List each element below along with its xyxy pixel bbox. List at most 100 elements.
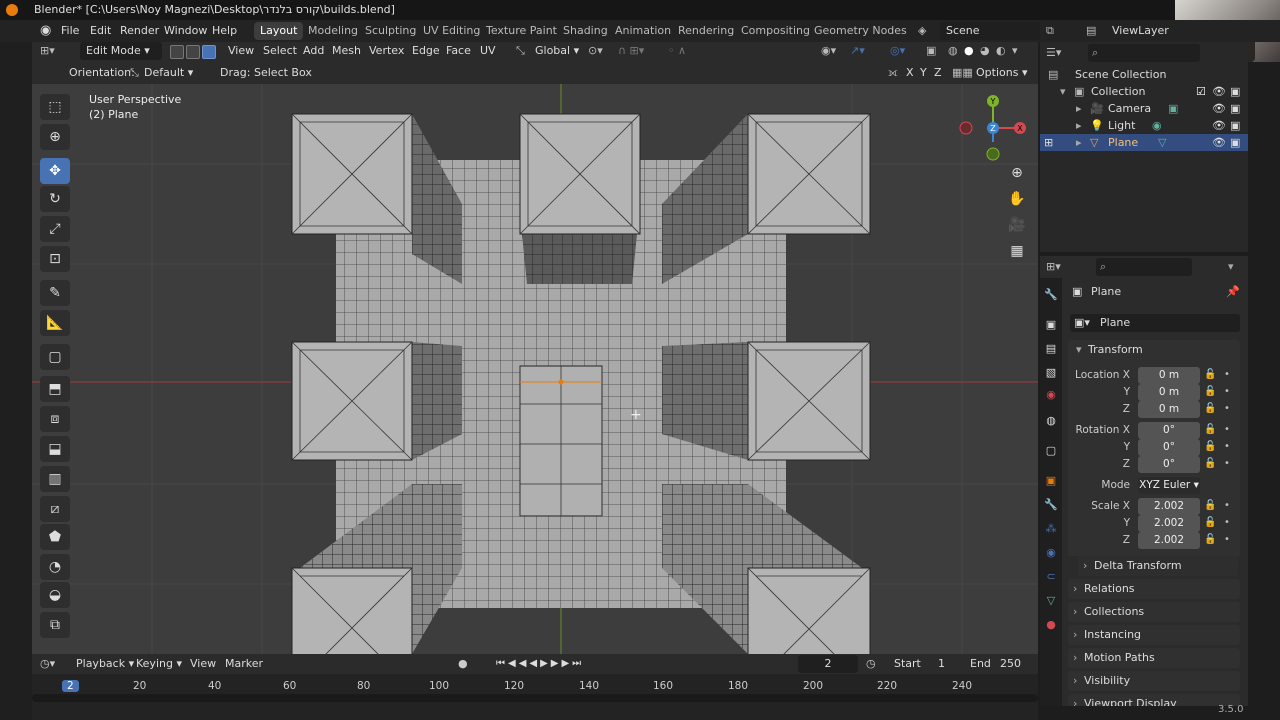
- location-y-field[interactable]: 0 m: [1138, 384, 1200, 401]
- auto-merge-icon[interactable]: ▦▦: [952, 64, 973, 82]
- menu-view[interactable]: View: [228, 42, 254, 60]
- properties-search-input[interactable]: ⌕: [1096, 258, 1192, 276]
- location-z-field[interactable]: 0 m: [1138, 401, 1200, 418]
- pan-hand-icon[interactable]: ✋: [1005, 188, 1029, 210]
- keyframe-dot-icon[interactable]: •: [1224, 517, 1230, 528]
- scene-selector[interactable]: Scene: [940, 22, 1040, 40]
- bevel-tool-icon[interactable]: ⬓: [40, 436, 70, 462]
- properties-editor-type-icon[interactable]: ⊞▾: [1046, 258, 1061, 276]
- tab-geometry-nodes[interactable]: Geometry Nodes: [808, 22, 913, 40]
- smooth-tool-icon[interactable]: ◒: [40, 582, 70, 608]
- orientation-select[interactable]: Default ▾: [144, 64, 210, 82]
- rotation-y-field[interactable]: 0°: [1138, 439, 1200, 456]
- solid-shading-icon[interactable]: ●: [964, 42, 974, 60]
- blender-menu-icon[interactable]: ◉: [40, 20, 51, 42]
- menu-mesh[interactable]: Mesh: [332, 42, 361, 60]
- collections-section[interactable]: › Collections: [1068, 602, 1240, 622]
- current-frame-field[interactable]: 2: [798, 655, 858, 673]
- camera-view-icon[interactable]: 🎥: [1005, 214, 1029, 236]
- tab-rendering[interactable]: Rendering: [672, 22, 740, 40]
- tab-shading[interactable]: Shading: [557, 22, 614, 40]
- tab-texture-paint[interactable]: Texture Paint: [480, 22, 563, 40]
- keyframe-dot-icon[interactable]: •: [1224, 441, 1230, 452]
- pin-icon[interactable]: 📌: [1226, 285, 1240, 298]
- start-frame-field[interactable]: 1: [938, 655, 945, 673]
- perspective-toggle-icon[interactable]: ▦: [1005, 240, 1029, 262]
- keyframe-dot-icon[interactable]: •: [1224, 424, 1230, 435]
- menu-playback[interactable]: Playback ▾: [76, 655, 134, 673]
- rotation-z-field[interactable]: 0°: [1138, 456, 1200, 473]
- keyframe-dot-icon[interactable]: •: [1224, 386, 1230, 397]
- lock-icon[interactable]: 🔓: [1204, 500, 1216, 511]
- eye-icon[interactable]: 👁: [1212, 117, 1226, 134]
- overlay-toggle-icon[interactable]: ◎▾: [890, 42, 905, 60]
- new-scene-icon[interactable]: ⧉: [1046, 20, 1054, 42]
- data-tab-icon[interactable]: ▽: [1044, 594, 1058, 608]
- 3d-viewport[interactable]: +: [32, 84, 1038, 654]
- end-frame-field[interactable]: 250: [1000, 655, 1021, 673]
- measure-tool-icon[interactable]: 📐: [40, 310, 70, 336]
- keyframe-dot-icon[interactable]: •: [1224, 458, 1230, 469]
- knife-tool-icon[interactable]: ⧄: [40, 496, 70, 522]
- eye-icon[interactable]: 👁: [1212, 100, 1226, 117]
- menu-face[interactable]: Face: [446, 42, 471, 60]
- view-layer-selector[interactable]: ViewLayer: [1112, 20, 1169, 42]
- outliner-item-camera[interactable]: ▸ 🎥 Camera ▣ 👁 ▣: [1040, 100, 1248, 117]
- scale-x-field[interactable]: 2.002: [1138, 498, 1200, 515]
- rendered-shading-icon[interactable]: ◐: [996, 42, 1006, 60]
- drag-select[interactable]: Select Box ▾: [254, 64, 320, 97]
- lock-icon[interactable]: 🔓: [1204, 386, 1216, 397]
- loop-cut-tool-icon[interactable]: ▥: [40, 466, 70, 492]
- menu-vertex[interactable]: Vertex: [369, 42, 404, 60]
- keyframe-dot-icon[interactable]: •: [1224, 500, 1230, 511]
- properties-options-icon[interactable]: ▾: [1228, 258, 1234, 276]
- add-cube-tool-icon[interactable]: ▢: [40, 344, 70, 370]
- proportional-edit-icon[interactable]: ◦ ∧: [668, 42, 686, 60]
- render-camera-icon[interactable]: ▣: [1230, 83, 1240, 100]
- tab-sculpting[interactable]: Sculpting: [359, 22, 422, 40]
- render-tab-icon[interactable]: ▣: [1044, 318, 1058, 332]
- transform-orientation-select[interactable]: Global ▾: [535, 42, 579, 60]
- annotate-tool-icon[interactable]: ✎: [40, 280, 70, 306]
- inset-tool-icon[interactable]: ⧈: [40, 406, 70, 432]
- instancing-section[interactable]: › Instancing: [1068, 625, 1240, 645]
- tool-tab-icon[interactable]: 🔧: [1044, 288, 1058, 302]
- edge-slide-tool-icon[interactable]: ⧉: [40, 612, 70, 638]
- visibility-section[interactable]: › Visibility: [1068, 671, 1240, 691]
- eye-icon[interactable]: 👁: [1212, 134, 1226, 151]
- scale-tool-icon[interactable]: ⤢: [40, 216, 70, 242]
- constraints-tab-icon[interactable]: ⊂: [1044, 570, 1058, 584]
- keyframe-dot-icon[interactable]: •: [1224, 534, 1230, 545]
- motion-paths-section[interactable]: › Motion Paths: [1068, 648, 1240, 668]
- world-tab-icon[interactable]: ◍: [1044, 414, 1058, 428]
- cursor-tool-icon[interactable]: ⊕: [40, 124, 70, 150]
- expand-arrow-icon[interactable]: ▾: [1060, 83, 1066, 100]
- spin-tool-icon[interactable]: ◔: [40, 554, 70, 580]
- render-camera-icon[interactable]: ▣: [1230, 134, 1240, 151]
- scale-z-field[interactable]: 2.002: [1138, 532, 1200, 549]
- record-icon[interactable]: ●: [458, 655, 468, 673]
- poly-build-tool-icon[interactable]: ⬟: [40, 524, 70, 550]
- view-layer-tab-icon[interactable]: ▧: [1044, 366, 1058, 380]
- menu-edit[interactable]: Edit: [90, 20, 111, 42]
- material-shading-icon[interactable]: ◕: [980, 42, 990, 60]
- preview-range-icon[interactable]: ◷: [866, 655, 876, 673]
- menu-keying[interactable]: Keying ▾: [136, 655, 182, 673]
- object-name-field[interactable]: ▣▾ Plane: [1070, 314, 1240, 332]
- lock-icon[interactable]: 🔓: [1204, 517, 1216, 528]
- relations-section[interactable]: › Relations: [1068, 579, 1240, 599]
- collection-tab-icon[interactable]: ▢: [1044, 444, 1058, 458]
- options-dropdown[interactable]: Options ▾: [976, 64, 1027, 82]
- visibility-icon[interactable]: ◉▾: [821, 42, 836, 60]
- snap-icon[interactable]: ∩ ⊞▾: [618, 42, 644, 60]
- rotation-mode-select[interactable]: XYZ Euler ▾: [1138, 477, 1200, 494]
- outliner-collection[interactable]: ▾ ▣ Collection ☑ 👁 ▣: [1040, 83, 1248, 100]
- navigation-gizmo[interactable]: Y X Z: [955, 90, 1035, 170]
- lock-icon[interactable]: 🔓: [1204, 403, 1216, 414]
- transform-tool-icon[interactable]: ⊡: [40, 246, 70, 272]
- menu-uv[interactable]: UV: [480, 42, 496, 60]
- wireframe-shading-icon[interactable]: ◍: [948, 42, 958, 60]
- outliner-item-plane[interactable]: ⊞ ▸ ▽ Plane ▽ 👁 ▣: [1040, 134, 1248, 151]
- eye-icon[interactable]: 👁: [1212, 83, 1226, 100]
- modifier-tab-icon[interactable]: 🔧: [1044, 498, 1058, 512]
